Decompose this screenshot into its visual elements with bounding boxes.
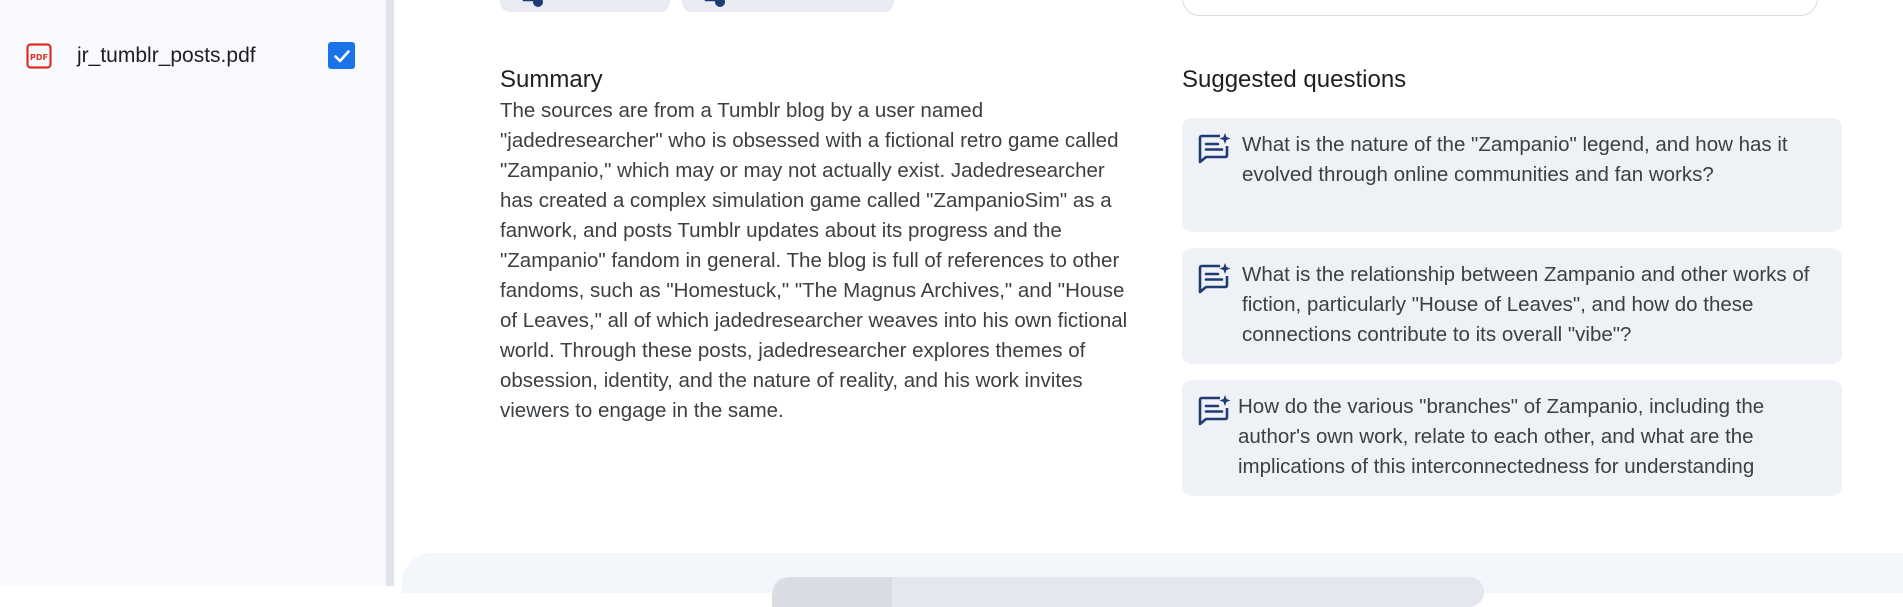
pdf-icon: PDF (26, 43, 52, 69)
sparkle-note-icon (1198, 395, 1231, 426)
main-panel: Summary The sources are from a Tumblr bl… (402, 0, 1903, 607)
summary-heading: Summary (500, 66, 603, 93)
note-chip[interactable] (682, 0, 894, 12)
suggested-question-text: What is the nature of the "Zampanio" leg… (1242, 133, 1788, 186)
source-name: jr_tumblr_posts.pdf (77, 44, 256, 67)
svg-text:PDF: PDF (30, 53, 48, 62)
chat-input-segment[interactable] (772, 577, 892, 607)
suggested-question-card[interactable]: What is the nature of the "Zampanio" leg… (1182, 118, 1842, 232)
sparkle-note-icon (1198, 133, 1231, 164)
note-chip[interactable] (500, 0, 670, 12)
chat-footer (402, 553, 1903, 607)
note-icon (704, 0, 725, 7)
source-item[interactable]: PDF jr_tumblr_posts.pdf (26, 38, 366, 74)
suggested-question-text: How do the various "branches" of Zampani… (1238, 395, 1765, 478)
sources-sidebar: PDF jr_tumblr_posts.pdf (0, 0, 394, 586)
suggested-question-card[interactable]: How do the various "branches" of Zampani… (1182, 380, 1842, 496)
suggested-questions-heading: Suggested questions (1182, 66, 1407, 93)
summary-text: The sources are from a Tumblr blog by a … (500, 99, 1128, 422)
chat-input-bar[interactable] (772, 577, 1484, 607)
check-icon (333, 49, 350, 62)
suggested-question-card[interactable]: What is the relationship between Zampani… (1182, 248, 1842, 364)
sparkle-note-icon (1198, 263, 1231, 294)
suggested-question-text: What is the relationship between Zampani… (1242, 263, 1810, 346)
note-icon (522, 0, 543, 7)
source-checkbox[interactable] (328, 42, 355, 69)
top-input-field[interactable] (1182, 0, 1818, 16)
